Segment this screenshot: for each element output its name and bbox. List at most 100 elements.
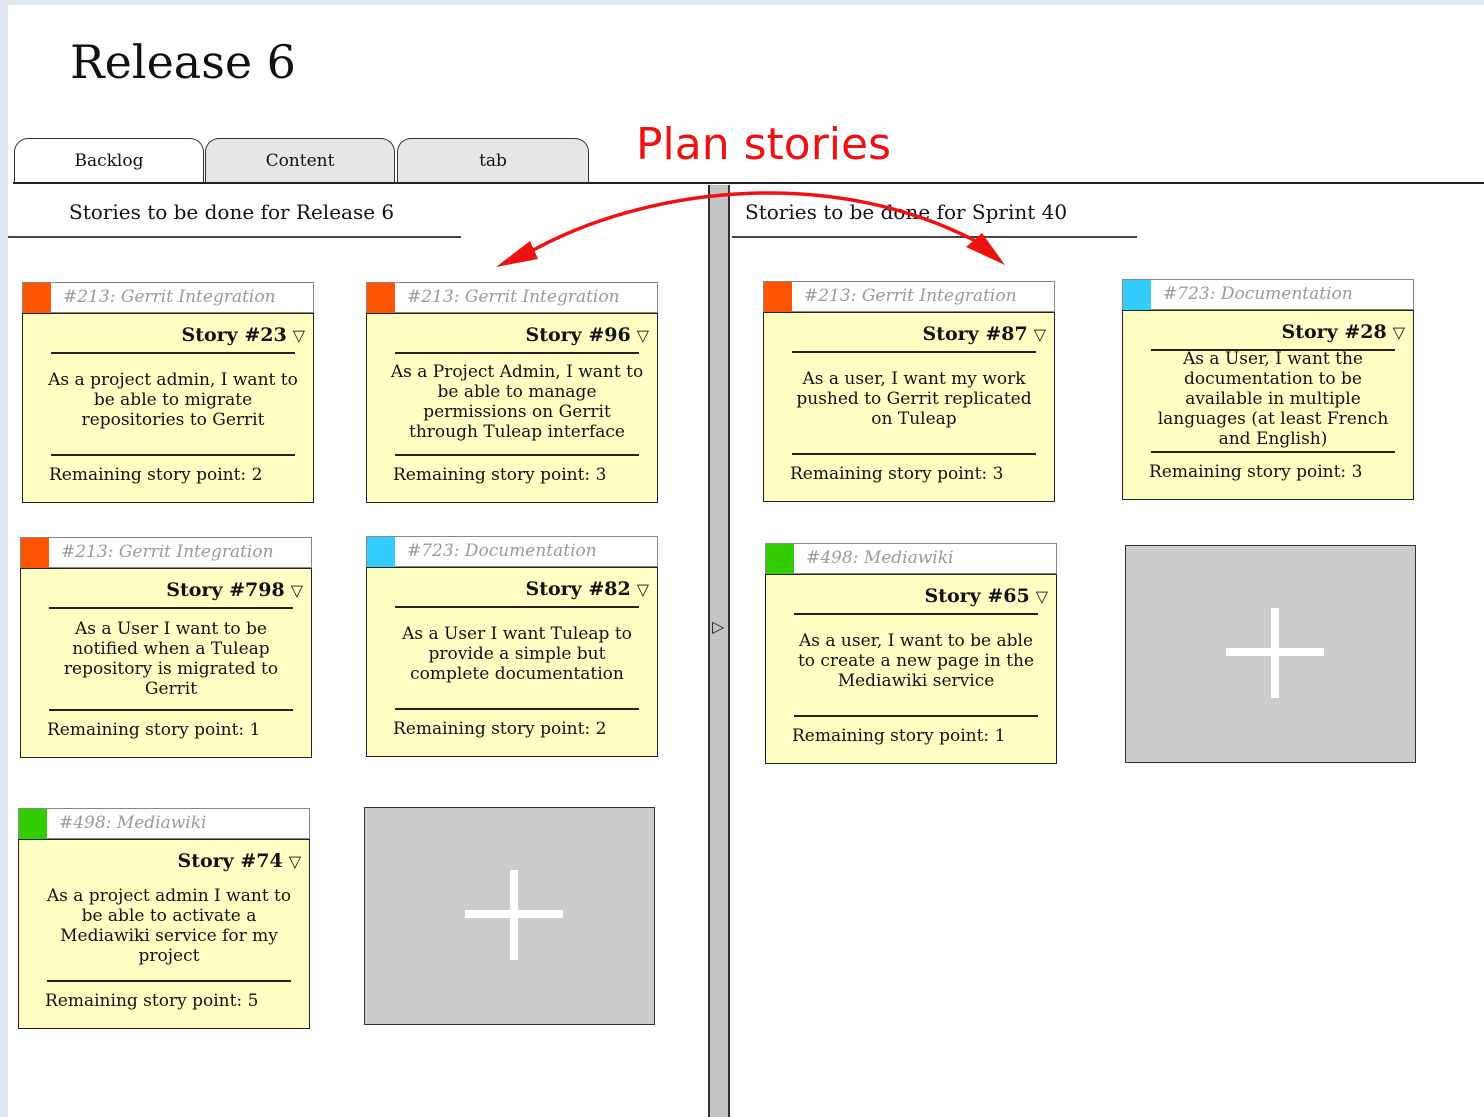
story-title: Story #23 bbox=[181, 324, 287, 346]
epic-label: #498: Mediawiki bbox=[59, 813, 207, 833]
plus-icon bbox=[510, 870, 518, 960]
panel-splitter[interactable] bbox=[708, 185, 730, 1117]
story-card[interactable]: #498: Mediawiki Story #74 ▽ As a project… bbox=[18, 808, 310, 1029]
story-description: As a Project Admin, I want to be able to… bbox=[390, 362, 644, 442]
card-menu-caret-icon[interactable]: ▽ bbox=[1393, 323, 1405, 342]
remaining-points: Remaining story point: 2 bbox=[49, 465, 263, 485]
epic-label: #213: Gerrit Integration bbox=[407, 287, 620, 307]
story-card[interactable]: #723: Documentation Story #82 ▽ As a Use… bbox=[366, 536, 658, 757]
plus-icon bbox=[1271, 608, 1279, 698]
story-card[interactable]: #723: Documentation Story #28 ▽ As a Use… bbox=[1122, 279, 1414, 500]
story-title: Story #82 bbox=[525, 578, 631, 600]
remaining-points: Remaining story point: 1 bbox=[792, 726, 1006, 746]
epic-header: #498: Mediawiki bbox=[765, 543, 1057, 574]
story-title: Story #28 bbox=[1281, 321, 1387, 343]
tab-content[interactable]: Content bbox=[205, 138, 395, 182]
story-card-body: Story #798 ▽ As a User I want to be noti… bbox=[20, 568, 312, 758]
card-menu-caret-icon[interactable]: ▽ bbox=[293, 326, 305, 345]
epic-header: #213: Gerrit Integration bbox=[20, 537, 312, 568]
story-description: As a User, I want the documentation to b… bbox=[1157, 349, 1389, 449]
remaining-points: Remaining story point: 5 bbox=[45, 991, 259, 1011]
story-description: As a User I want Tuleap to provide a sim… bbox=[402, 624, 632, 684]
card-divider bbox=[51, 454, 295, 456]
story-card-body: Story #65 ▽ As a user, I want to be able… bbox=[765, 574, 1057, 764]
epic-color-swatch bbox=[764, 282, 792, 312]
card-menu-caret-icon[interactable]: ▽ bbox=[291, 581, 303, 600]
splitter-expand-icon[interactable]: ▷ bbox=[712, 617, 724, 636]
story-card[interactable]: #213: Gerrit Integration Story #23 ▽ As … bbox=[22, 282, 314, 503]
epic-color-swatch bbox=[367, 283, 395, 313]
story-card-body: Story #28 ▽ As a User, I want the docume… bbox=[1122, 310, 1414, 500]
card-divider bbox=[51, 352, 295, 354]
story-id: Story #65 ▽ bbox=[924, 585, 1048, 607]
story-title: Story #96 bbox=[525, 324, 631, 346]
story-description: As a user, I want my work pushed to Gerr… bbox=[796, 369, 1032, 429]
story-description: As a project admin, I want to be able to… bbox=[48, 370, 298, 430]
card-divider bbox=[395, 606, 639, 608]
card-divider bbox=[794, 613, 1038, 615]
story-card[interactable]: #498: Mediawiki Story #65 ▽ As a user, I… bbox=[765, 543, 1057, 764]
add-story-button[interactable] bbox=[1125, 545, 1416, 763]
card-menu-caret-icon[interactable]: ▽ bbox=[289, 852, 301, 871]
card-menu-caret-icon[interactable]: ▽ bbox=[1034, 325, 1046, 344]
story-id: Story #82 ▽ bbox=[525, 578, 649, 600]
story-title: Story #87 bbox=[922, 323, 1028, 345]
remaining-points: Remaining story point: 1 bbox=[47, 720, 261, 740]
story-card-body: Story #23 ▽ As a project admin, I want t… bbox=[22, 313, 314, 503]
story-card-body: Story #87 ▽ As a user, I want my work pu… bbox=[763, 312, 1055, 502]
page-title: Release 6 bbox=[70, 35, 296, 89]
epic-label: #498: Mediawiki bbox=[806, 548, 954, 568]
story-id: Story #28 ▽ bbox=[1281, 321, 1405, 343]
tab-bar-rule bbox=[13, 182, 1484, 184]
sprint-section-rule bbox=[732, 236, 1137, 238]
story-description: As a user, I want to be able to create a… bbox=[797, 631, 1035, 691]
story-description: As a project admin I want to be able to … bbox=[46, 886, 292, 966]
card-menu-caret-icon[interactable]: ▽ bbox=[637, 580, 649, 599]
epic-color-swatch bbox=[23, 283, 51, 313]
epic-header: #213: Gerrit Integration bbox=[763, 281, 1055, 312]
epic-header: #498: Mediawiki bbox=[18, 808, 310, 839]
story-card[interactable]: #213: Gerrit Integration Story #87 ▽ As … bbox=[763, 281, 1055, 502]
tab-tab[interactable]: tab bbox=[397, 138, 589, 182]
story-id: Story #74 ▽ bbox=[177, 850, 301, 872]
epic-header: #213: Gerrit Integration bbox=[22, 282, 314, 313]
story-card-body: Story #74 ▽ As a project admin I want to… bbox=[18, 839, 310, 1029]
release-section-title: Stories to be done for Release 6 bbox=[69, 200, 395, 224]
epic-label: #723: Documentation bbox=[1163, 284, 1353, 304]
story-id: Story #87 ▽ bbox=[922, 323, 1046, 345]
add-story-button[interactable] bbox=[364, 807, 655, 1025]
story-title: Story #798 bbox=[166, 579, 285, 601]
story-card-body: Story #82 ▽ As a User I want Tuleap to p… bbox=[366, 567, 658, 757]
story-title: Story #74 bbox=[177, 850, 283, 872]
card-menu-caret-icon[interactable]: ▽ bbox=[637, 326, 649, 345]
epic-label: #213: Gerrit Integration bbox=[61, 542, 274, 562]
story-description: As a User I want to be notified when a T… bbox=[63, 619, 279, 699]
plan-stories-annotation: Plan stories bbox=[636, 119, 891, 170]
epic-color-swatch bbox=[367, 537, 395, 567]
card-divider bbox=[49, 607, 293, 609]
card-menu-caret-icon[interactable]: ▽ bbox=[1036, 587, 1048, 606]
epic-label: #213: Gerrit Integration bbox=[63, 287, 276, 307]
epic-color-swatch bbox=[766, 544, 794, 574]
card-divider bbox=[792, 351, 1036, 353]
remaining-points: Remaining story point: 2 bbox=[393, 719, 607, 739]
card-divider bbox=[794, 715, 1038, 717]
release-section-rule bbox=[8, 236, 461, 238]
remaining-points: Remaining story point: 3 bbox=[1149, 462, 1363, 482]
epic-header: #723: Documentation bbox=[366, 536, 658, 567]
remaining-points: Remaining story point: 3 bbox=[393, 465, 607, 485]
remaining-points: Remaining story point: 3 bbox=[790, 464, 1004, 484]
story-card[interactable]: #213: Gerrit Integration Story #798 ▽ As… bbox=[20, 537, 312, 758]
card-divider bbox=[49, 709, 293, 711]
story-card[interactable]: #213: Gerrit Integration Story #96 ▽ As … bbox=[366, 282, 658, 503]
card-divider bbox=[395, 708, 639, 710]
story-id: Story #96 ▽ bbox=[525, 324, 649, 346]
epic-header: #723: Documentation bbox=[1122, 279, 1414, 310]
card-divider bbox=[1151, 451, 1395, 453]
card-divider bbox=[395, 454, 639, 456]
epic-color-swatch bbox=[21, 538, 49, 568]
card-divider bbox=[792, 453, 1036, 455]
epic-color-swatch bbox=[1123, 280, 1151, 310]
sprint-section-title: Stories to be done for Sprint 40 bbox=[745, 200, 1068, 224]
tab-backlog[interactable]: Backlog bbox=[14, 138, 204, 182]
